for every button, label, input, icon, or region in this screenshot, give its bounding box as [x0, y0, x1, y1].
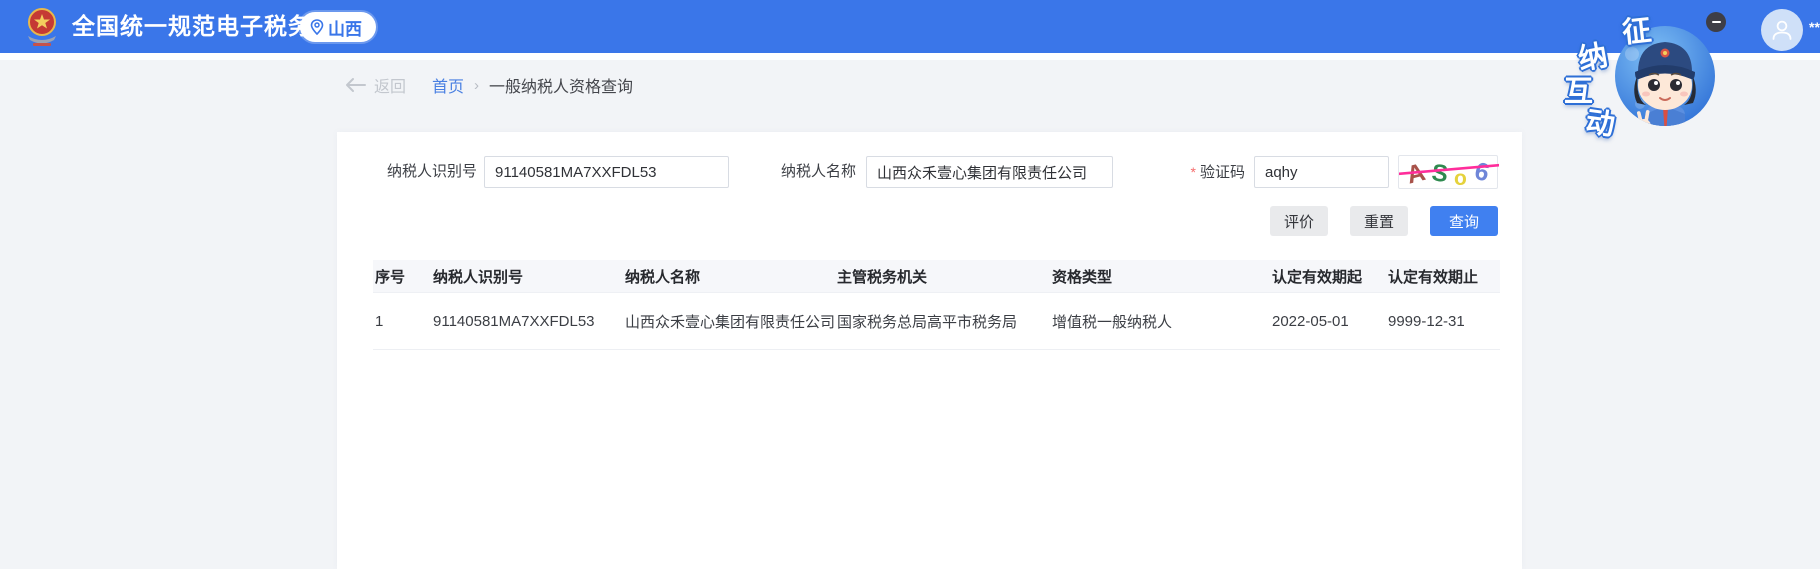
- user-icon: [1769, 17, 1795, 43]
- svg-text:S: S: [1430, 159, 1450, 188]
- national-emblem-logo: [22, 6, 62, 50]
- captcha-label: *验证码: [1157, 156, 1245, 188]
- captcha-label-text: 验证码: [1200, 164, 1245, 181]
- breadcrumb-home-link[interactable]: 首页: [432, 73, 464, 97]
- breadcrumb-current-page: 一般纳税人资格查询: [489, 73, 633, 97]
- cell-taxpayer-name: 山西众禾壹心集团有限责任公司: [623, 311, 835, 332]
- mascot-char: 动: [1583, 98, 1618, 144]
- col-header-valid-from: 认定有效期起: [1270, 266, 1386, 287]
- mascot-char: 征: [1620, 7, 1653, 52]
- svg-text:o: o: [1454, 167, 1467, 190]
- col-header-seq: 序号: [373, 266, 431, 287]
- top-header-bar: 全国统一规范电子税务局 山西 **: [0, 0, 1820, 53]
- cell-qualification: 增值税一般纳税人: [1050, 311, 1270, 332]
- avatar[interactable]: [1761, 9, 1803, 51]
- table-header-row: 序号 纳税人识别号 纳税人名称 主管税务机关 资格类型 认定有效期起 认定有效期…: [373, 260, 1500, 293]
- username-masked: **: [1809, 19, 1820, 35]
- action-button-row: 评价 重置 查询: [1270, 206, 1498, 236]
- captcha-input[interactable]: [1254, 156, 1389, 188]
- col-header-valid-to: 认定有效期止: [1386, 266, 1500, 287]
- col-header-taxpayer-name: 纳税人名称: [623, 266, 835, 287]
- cell-seq: 1: [373, 313, 431, 330]
- evaluate-button[interactable]: 评价: [1270, 206, 1328, 236]
- cell-valid-from: 2022-05-01: [1270, 313, 1386, 330]
- cell-taxpayer-id: 91140581MA7XXFDL53: [431, 313, 623, 330]
- table-row: 1 91140581MA7XXFDL53 山西众禾壹心集团有限责任公司 国家税务…: [373, 293, 1500, 350]
- captcha-image[interactable]: A S o 6: [1398, 155, 1498, 189]
- location-pin-icon: [310, 19, 324, 35]
- breadcrumb: 返回 首页 › 一般纳税人资格查询: [344, 72, 633, 98]
- back-label: 返回: [374, 73, 406, 97]
- query-panel: 纳税人识别号 纳税人名称 *验证码 A S o 6 评价 重置 查询 序号: [337, 132, 1522, 569]
- page: 全国统一规范电子税务局 山西 ** 返回 首页 › 一般: [0, 0, 1820, 569]
- taxpayer-id-input[interactable]: [484, 156, 729, 188]
- taxpayer-id-label: 纳税人识别号: [377, 156, 477, 188]
- taxpayer-name-label: 纳税人名称: [768, 156, 856, 188]
- breadcrumb-separator: ›: [474, 77, 479, 94]
- cell-tax-authority: 国家税务总局高平市税务局: [835, 311, 1050, 332]
- app-title: 全国统一规范电子税务局: [72, 0, 336, 53]
- interaction-assistant-widget[interactable]: 征 纳 互 动: [1552, 6, 1727, 144]
- results-table: 序号 纳税人识别号 纳税人名称 主管税务机关 资格类型 认定有效期起 认定有效期…: [373, 260, 1500, 350]
- taxpayer-name-input[interactable]: [866, 156, 1113, 188]
- cell-valid-to: 9999-12-31: [1386, 313, 1500, 330]
- col-header-qualification: 资格类型: [1050, 266, 1270, 287]
- col-header-tax-authority: 主管税务机关: [835, 266, 1050, 287]
- col-header-taxpayer-id: 纳税人识别号: [431, 266, 623, 287]
- query-button[interactable]: 查询: [1430, 206, 1498, 236]
- back-button[interactable]: 返回: [344, 73, 406, 97]
- reset-button[interactable]: 重置: [1350, 206, 1408, 236]
- required-mark: *: [1191, 164, 1196, 180]
- region-selector[interactable]: 山西: [300, 12, 376, 42]
- svg-text:6: 6: [1472, 157, 1492, 188]
- region-label: 山西: [328, 15, 362, 40]
- back-arrow-icon: [344, 77, 366, 93]
